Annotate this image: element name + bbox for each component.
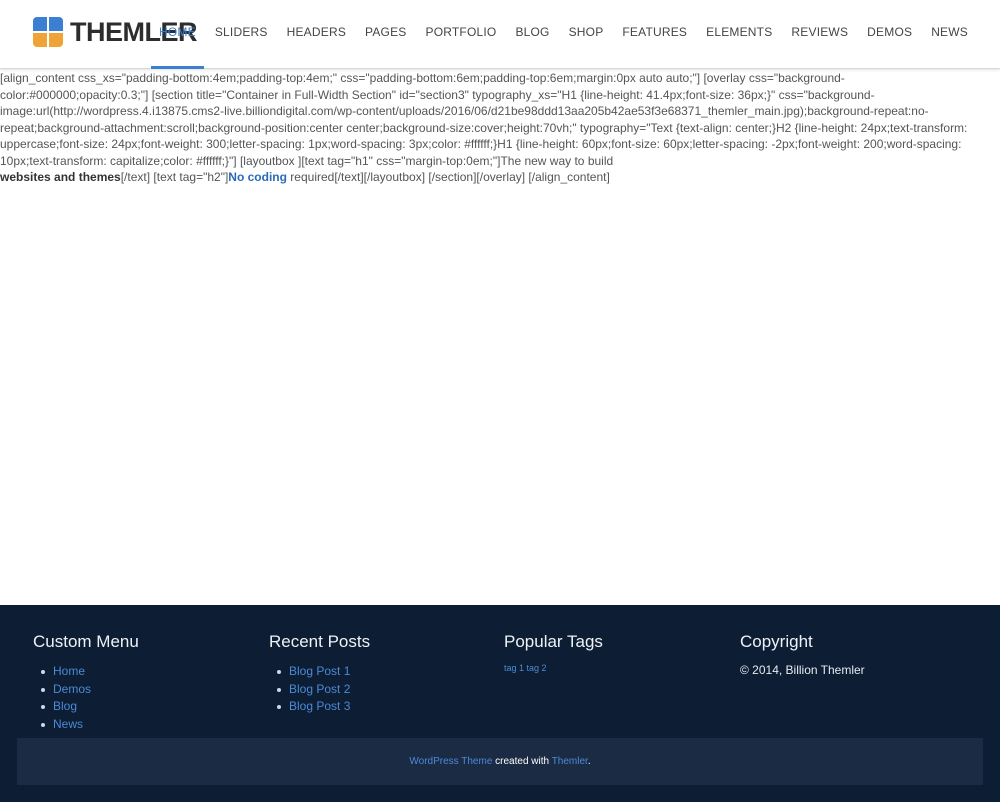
wordpress-theme-link[interactable]: WordPress Theme [409, 756, 492, 767]
custom-menu-title: Custom Menu [33, 632, 139, 651]
recent-post-link[interactable]: Blog Post 1 [269, 663, 370, 681]
nav-item-headers[interactable]: HEADERS [287, 0, 346, 69]
footer-menu-home[interactable]: Home [33, 663, 139, 681]
shortcode-mid: [/text] [text tag="h2"] [120, 170, 229, 184]
footer-menu-blog[interactable]: Blog [33, 698, 139, 716]
period-text: . [587, 756, 591, 767]
copyright-title: Copyright [740, 632, 813, 651]
popular-tags-title: Popular Tags [504, 632, 603, 651]
shortcode-text: [align_content css_xs="padding-bottom:4e… [0, 71, 968, 168]
copyright-widget: Copyright © 2014, Billion Themler [740, 632, 865, 677]
bold-text: websites and themes [0, 170, 121, 184]
site-header: THEMLER HOME SLIDERS HEADERS PAGES PORTF… [0, 0, 1000, 69]
popular-tags-widget: Popular Tags tag 1 tag 2 [504, 632, 603, 673]
created-with-text: created with [492, 756, 552, 767]
recent-post-link[interactable]: Blog Post 3 [269, 698, 370, 716]
nav-item-reviews[interactable]: REVIEWS [791, 0, 848, 69]
recent-post-link[interactable]: Blog Post 2 [269, 681, 370, 699]
main-nav: HOME SLIDERS HEADERS PAGES PORTFOLIO BLO… [140, 0, 968, 69]
nav-item-elements[interactable]: ELEMENTS [706, 0, 772, 69]
no-coding-link[interactable]: No coding [228, 170, 287, 184]
copyright-text: © 2014, Billion Themler [740, 663, 865, 677]
nav-item-demos[interactable]: DEMOS [867, 0, 912, 69]
nav-item-home[interactable]: HOME [151, 0, 204, 69]
shortcode-end: required[/text][/layoutbox] [/section][/… [286, 170, 610, 184]
footer-menu-news[interactable]: News [33, 716, 139, 734]
nav-item-features[interactable]: FEATURES [622, 0, 687, 69]
custom-menu-widget: Custom Menu Home Demos Blog News [33, 632, 139, 733]
footer-bottom-bar: WordPress Theme created with Themler. [17, 738, 983, 785]
page-content: [align_content css_xs="padding-bottom:4e… [0, 70, 1000, 186]
tag-link[interactable]: tag 1 [504, 663, 524, 673]
nav-item-pages[interactable]: PAGES [365, 0, 406, 69]
nav-item-shop[interactable]: SHOP [569, 0, 604, 69]
tag-link[interactable]: tag 2 [527, 663, 547, 673]
themler-logo-icon [33, 17, 63, 47]
footer-menu-demos[interactable]: Demos [33, 681, 139, 699]
recent-posts-title: Recent Posts [269, 632, 371, 651]
recent-posts-widget: Recent Posts Blog Post 1 Blog Post 2 Blo… [269, 632, 370, 716]
themler-link[interactable]: Themler [552, 756, 588, 767]
site-footer: Custom Menu Home Demos Blog News Recent … [0, 605, 1000, 802]
nav-item-portfolio[interactable]: PORTFOLIO [426, 0, 497, 69]
nav-item-sliders[interactable]: SLIDERS [215, 0, 268, 69]
nav-item-news[interactable]: NEWS [931, 0, 968, 69]
nav-item-blog[interactable]: BLOG [515, 0, 549, 69]
